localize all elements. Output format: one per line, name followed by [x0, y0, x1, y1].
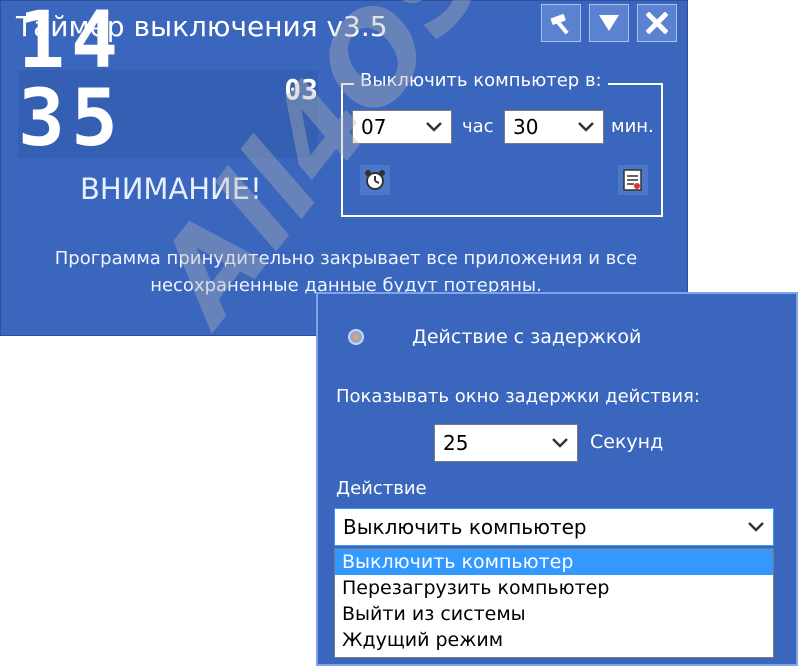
- warning-text: Программа принудительно закрывает все пр…: [20, 245, 672, 299]
- action-dropdown-list: Выключить компьютер Перезагрузить компью…: [334, 548, 774, 658]
- hour-select[interactable]: 07: [352, 110, 452, 144]
- shutdown-time-group: [341, 83, 663, 217]
- delay-radio[interactable]: [348, 329, 364, 345]
- clock-display: 14 35 03: [18, 2, 318, 158]
- warning-title: ВНИМАНИЕ!: [80, 172, 262, 206]
- minute-select[interactable]: 30: [504, 110, 604, 144]
- clock-seconds: 03: [284, 73, 318, 106]
- clock-hours-minutes: 14 35: [18, 0, 124, 164]
- delay-radio-label: Действие с задержкой: [412, 326, 642, 348]
- minute-unit: мин.: [611, 116, 654, 137]
- chevron-down-icon: [552, 438, 568, 448]
- action-option-restart[interactable]: Перезагрузить компьютер: [335, 575, 773, 601]
- hammer-button[interactable]: [541, 4, 581, 42]
- action-select[interactable]: Выключить компьютер: [334, 508, 774, 546]
- chevron-down-icon: [748, 522, 764, 532]
- warning-line-1: Программа принудительно закрывает все пр…: [54, 248, 638, 269]
- close-icon: [646, 12, 668, 34]
- minute-value: 30: [513, 115, 539, 139]
- menu-button[interactable]: [589, 4, 629, 42]
- hour-unit: час: [462, 116, 494, 137]
- show-delay-window-label: Показывать окно задержки действия:: [336, 386, 700, 407]
- schedule-list-icon: [623, 169, 642, 191]
- alarm-button[interactable]: [360, 165, 390, 195]
- action-option-standby[interactable]: Ждущий режим: [335, 627, 773, 653]
- delay-seconds-value: 25: [443, 431, 469, 455]
- chevron-down-icon: [578, 122, 594, 132]
- action-option-shutdown[interactable]: Выключить компьютер: [335, 549, 773, 575]
- chevron-down-icon: [426, 122, 442, 132]
- schedule-button[interactable]: [618, 165, 648, 195]
- action-label: Действие: [336, 478, 427, 499]
- shutdown-group-title: Выключить компьютер в:: [354, 70, 608, 91]
- hour-value: 07: [361, 115, 387, 139]
- action-selected-value: Выключить компьютер: [343, 515, 587, 539]
- delay-seconds-unit: Секунд: [590, 431, 664, 453]
- dropdown-triangle-icon: [599, 15, 619, 31]
- close-button[interactable]: [637, 4, 677, 42]
- hammer-icon: [550, 14, 569, 35]
- delay-seconds-select[interactable]: 25: [434, 424, 578, 462]
- alarm-clock-icon: [365, 170, 385, 190]
- action-option-logoff[interactable]: Выйти из системы: [335, 601, 773, 627]
